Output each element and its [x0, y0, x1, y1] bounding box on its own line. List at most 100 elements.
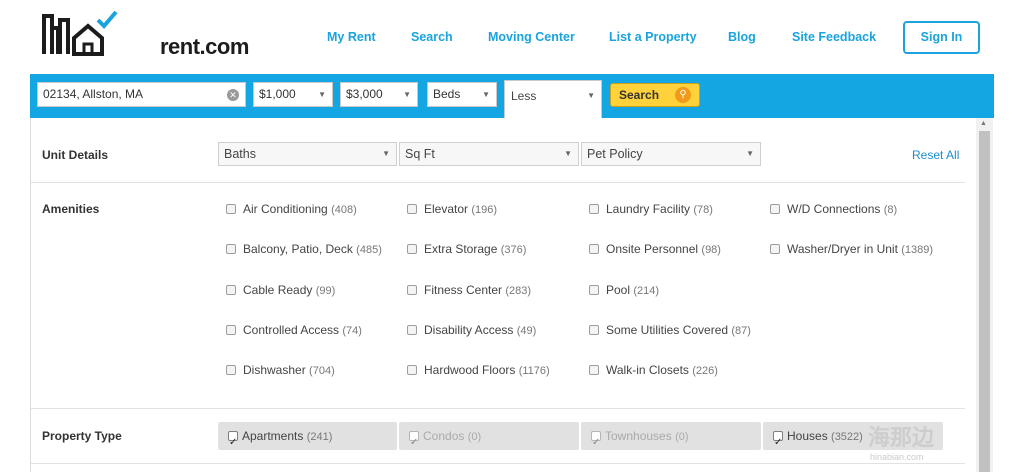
nav-my-rent[interactable]: My Rent — [327, 30, 376, 44]
amenity-count: (283) — [505, 285, 532, 297]
beds-select[interactable]: Beds ▼ — [427, 82, 497, 107]
amenity-pool[interactable]: Pool (214) — [589, 283, 659, 298]
watermark-sub: hinabian.com — [870, 452, 924, 462]
amenity-count: (98) — [701, 244, 721, 256]
amenity-count: (99) — [315, 285, 336, 297]
amenity-label: Cable Ready — [243, 283, 313, 297]
checkbox-checked[interactable] — [591, 429, 601, 457]
amenity-label: Hardwood Floors — [424, 363, 516, 377]
amenity-disability-access[interactable]: Disability Access (49) — [407, 323, 536, 338]
checkbox[interactable] — [226, 365, 236, 375]
chevron-down-icon: ▼ — [587, 91, 595, 100]
checkbox[interactable] — [407, 325, 417, 335]
chevron-down-icon: ▼ — [564, 149, 572, 158]
location-input[interactable]: 02134, Allston, MA ✕ — [37, 82, 246, 107]
amenity-count: (74) — [342, 325, 362, 337]
amenity-label: Some Utilities Covered — [606, 323, 729, 337]
divider — [30, 463, 965, 464]
ptype-condos[interactable]: Condos (0) — [399, 422, 579, 457]
baths-value: Baths — [224, 147, 256, 161]
checkbox-checked[interactable] — [228, 429, 238, 457]
amenity-balcony[interactable]: Balcony, Patio, Deck (485) — [226, 242, 382, 257]
checkbox[interactable] — [770, 204, 780, 214]
checkbox[interactable] — [589, 365, 599, 375]
ptype-count: (3522) — [831, 431, 863, 443]
chevron-down-icon: ▼ — [403, 90, 411, 99]
max-price-select[interactable]: $3,000 ▼ — [340, 82, 418, 107]
amenity-air-conditioning[interactable]: Air Conditioning (408) — [226, 202, 357, 217]
baths-select[interactable]: Baths ▼ — [218, 142, 397, 166]
amenity-wd-connections[interactable]: W/D Connections (8) — [770, 202, 897, 217]
amenity-count: (78) — [693, 204, 713, 216]
amenity-onsite-personnel[interactable]: Onsite Personnel (98) — [589, 242, 721, 257]
clear-icon[interactable]: ✕ — [227, 89, 239, 101]
rent-logo[interactable]: rent.com — [40, 10, 249, 60]
more-less-toggle[interactable]: Less ▼ — [504, 80, 602, 118]
amenity-dishwasher[interactable]: Dishwasher (704) — [226, 363, 335, 378]
amenity-label: W/D Connections — [787, 202, 881, 216]
amenities-label: Amenities — [42, 202, 100, 216]
amenity-extra-storage[interactable]: Extra Storage (376) — [407, 242, 526, 257]
amenity-hardwood-floors[interactable]: Hardwood Floors (1176) — [407, 363, 550, 378]
nav-search[interactable]: Search — [411, 30, 453, 44]
search-bar: 02134, Allston, MA ✕ $1,000 ▼ $3,000 ▼ B… — [30, 74, 994, 118]
checkbox[interactable] — [589, 325, 599, 335]
checkbox[interactable] — [407, 285, 417, 295]
checkbox-checked[interactable] — [773, 429, 783, 457]
ptype-apartments[interactable]: Apartments (241) — [218, 422, 397, 457]
scroll-up-icon[interactable]: ▲ — [980, 120, 987, 127]
checkbox[interactable] — [407, 244, 417, 254]
checkbox[interactable] — [407, 204, 417, 214]
checkbox[interactable] — [226, 244, 236, 254]
ptype-count: (0) — [467, 431, 482, 443]
nav-list-property[interactable]: List a Property — [609, 30, 697, 44]
ptype-label: Townhouses — [605, 429, 672, 443]
amenity-laundry-facility[interactable]: Laundry Facility (78) — [589, 202, 713, 217]
amenity-count: (376) — [500, 244, 527, 256]
search-icon: ⚲ — [675, 87, 691, 103]
checkbox[interactable] — [226, 204, 236, 214]
amenity-label: Fitness Center — [424, 283, 503, 297]
amenity-label: Laundry Facility — [606, 202, 691, 216]
amenity-label: Extra Storage — [424, 242, 498, 256]
ptype-townhouses[interactable]: Townhouses (0) — [581, 422, 761, 457]
sqft-select[interactable]: Sq Ft ▼ — [399, 142, 579, 166]
amenity-count: (485) — [356, 244, 382, 256]
nav-moving-center[interactable]: Moving Center — [488, 30, 575, 44]
amenity-walk-in-closets[interactable]: Walk-in Closets (226) — [589, 363, 718, 378]
min-price-value: $1,000 — [259, 87, 296, 101]
amenity-count: (1389) — [901, 244, 934, 256]
checkbox[interactable] — [226, 325, 236, 335]
nav-blog[interactable]: Blog — [728, 30, 756, 44]
reset-all-link[interactable]: Reset All — [912, 148, 959, 162]
amenity-washer-dryer[interactable]: Washer/Dryer in Unit (1389) — [770, 242, 933, 257]
ptype-count: (0) — [675, 431, 689, 443]
search-button[interactable]: Search ⚲ — [610, 83, 700, 107]
amenity-count: (408) — [331, 204, 357, 216]
amenity-count: (704) — [309, 365, 335, 377]
sign-in-button[interactable]: Sign In — [903, 21, 980, 54]
amenity-label: Pool — [606, 283, 631, 297]
checkbox[interactable] — [407, 365, 417, 375]
amenity-some-utilities[interactable]: Some Utilities Covered (87) — [589, 323, 751, 338]
amenity-label: Dishwasher — [243, 363, 306, 377]
max-price-value: $3,000 — [346, 87, 383, 101]
checkbox-checked[interactable] — [409, 429, 419, 457]
checkbox[interactable] — [589, 204, 599, 214]
chevron-down-icon: ▼ — [746, 149, 754, 158]
amenity-fitness-center[interactable]: Fitness Center (283) — [407, 283, 531, 298]
ptype-label: Houses — [787, 429, 828, 443]
checkbox[interactable] — [226, 285, 236, 295]
amenity-cable-ready[interactable]: Cable Ready (99) — [226, 283, 335, 298]
amenity-count: (87) — [731, 325, 751, 337]
chevron-down-icon: ▼ — [482, 90, 490, 99]
checkbox[interactable] — [589, 244, 599, 254]
checkbox[interactable] — [589, 285, 599, 295]
checkbox[interactable] — [770, 244, 780, 254]
amenity-elevator[interactable]: Elevator (196) — [407, 202, 497, 217]
nav-site-feedback[interactable]: Site Feedback — [792, 30, 876, 44]
pet-policy-select[interactable]: Pet Policy ▼ — [581, 142, 761, 166]
min-price-select[interactable]: $1,000 ▼ — [253, 82, 333, 107]
scrollbar-thumb[interactable] — [979, 131, 990, 472]
amenity-controlled-access[interactable]: Controlled Access (74) — [226, 323, 362, 338]
